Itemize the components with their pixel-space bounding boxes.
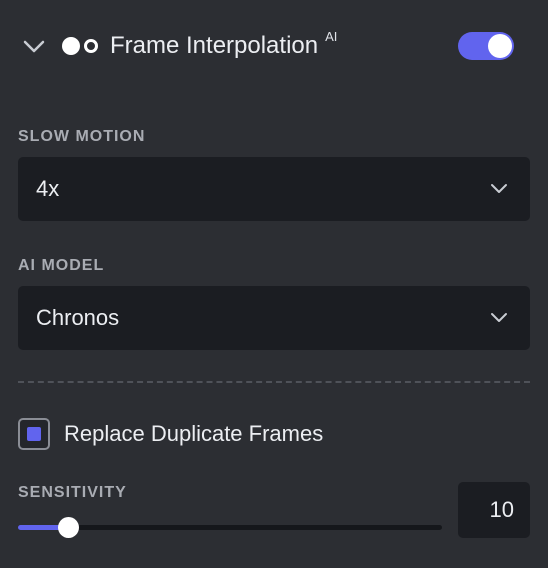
ai-badge: AI — [325, 29, 338, 44]
enable-toggle[interactable] — [458, 32, 514, 60]
frame-interpolation-panel: Frame Interpolation AI SLOW MOTION 4x AI … — [0, 0, 548, 568]
slow-motion-label: SLOW MOTION — [18, 128, 146, 145]
replace-duplicates-checkbox[interactable] — [18, 418, 50, 450]
section-divider — [18, 381, 530, 383]
sensitivity-value: 10 — [489, 497, 514, 522]
slider-thumb[interactable] — [58, 517, 80, 538]
slow-motion-select[interactable]: 4x — [18, 157, 530, 221]
frame-interpolation-icon — [62, 37, 98, 55]
chevron-down-icon — [491, 313, 507, 322]
chevron-down-icon[interactable] — [22, 36, 46, 56]
replace-duplicates-label[interactable]: Replace Duplicate Frames — [64, 420, 323, 448]
slow-motion-value: 4x — [36, 176, 60, 201]
ai-model-select[interactable]: Chronos — [18, 286, 530, 350]
ai-model-value: Chronos — [36, 305, 120, 330]
sensitivity-slider[interactable] — [18, 517, 442, 539]
toggle-knob — [488, 34, 512, 58]
panel-title-text: Frame Interpolation — [110, 32, 319, 59]
ai-model-label: AI MODEL — [18, 257, 105, 274]
panel-title: Frame Interpolation AI — [110, 29, 338, 64]
sensitivity-input[interactable]: 10 — [458, 482, 530, 538]
chevron-down-icon — [491, 184, 507, 193]
slider-track — [18, 525, 442, 530]
sensitivity-label: SENSITIVITY — [18, 484, 127, 501]
checkbox-checked-mark — [27, 427, 41, 441]
